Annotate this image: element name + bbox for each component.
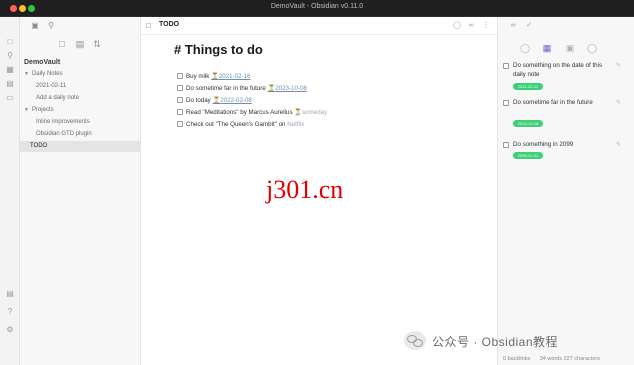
backlinks-count[interactable]: 0 backlinks [503, 356, 530, 362]
left-pane-tabs: ▣ ⚲ [20, 17, 141, 35]
file-obsidian-gtd-plugin[interactable]: Obsidian GTD plugin [36, 129, 92, 140]
command-palette-icon[interactable]: ▭ [5, 93, 15, 103]
chevron-down-icon: ▼ [24, 71, 29, 77]
wechat-logo-icon [404, 331, 426, 350]
task-item: Check out "The Queen's Gambit" on Netfli… [177, 120, 304, 130]
templates-icon[interactable]: ▤ [5, 79, 15, 89]
task-item: Buy milk ⏳2021-02-16 [177, 72, 250, 82]
help-icon[interactable]: ? [5, 307, 15, 317]
watermark-text: j301.cn [266, 175, 344, 204]
reminder-checkbox[interactable] [503, 142, 509, 148]
preview-toggle-icon[interactable]: ◯ [452, 21, 462, 31]
reminder-date-pill[interactable]: 2021-02-11 [513, 83, 543, 90]
calendar-view-icon[interactable]: ▦ [542, 43, 552, 53]
vault-icon[interactable]: ▤ [5, 289, 15, 299]
editor-header: □ TODO ◯ ∞ ⋮ [141, 17, 497, 35]
reminder-checkbox[interactable] [503, 63, 509, 69]
edit-icon[interactable]: ✎ [616, 141, 624, 149]
task-date[interactable]: ⏳2023-10-08 [268, 85, 307, 92]
window-title: DemoVault - Obsidian v0.11.0 [270, 3, 364, 10]
reminder-checkbox[interactable] [503, 100, 509, 106]
reminder-pane: ∞ ✓ ◯ ▦ ▣ ◯ Do something on the date of … [497, 17, 634, 365]
open-quick-switcher-icon[interactable]: □ [5, 37, 15, 47]
reminder-text: Do sometime far in the future [513, 99, 593, 106]
task-item: Read "Meditations" by Marcus Aurelius ⏳s… [177, 108, 327, 118]
file-explorer: ▣ ⚲ □ ▤ ⇅ DemoVault ▼ Daily Notes 2021-02… [20, 17, 141, 365]
reminder-text: Do something in 2099 [513, 141, 574, 148]
window-titlebar: DemoVault - Obsidian v0.11.0 [0, 0, 634, 17]
vault-root[interactable]: DemoVault [24, 57, 60, 68]
new-note-icon[interactable]: □ [57, 39, 67, 49]
task-checkbox[interactable] [177, 121, 183, 127]
task-suffix: ⏳someday [294, 109, 328, 116]
new-folder-icon[interactable]: ▤ [75, 39, 85, 49]
edit-icon[interactable]: ✎ [616, 62, 624, 70]
task-checkbox[interactable] [177, 97, 183, 103]
file-inline-improvements[interactable]: Inline improvements [36, 117, 90, 128]
task-checkbox[interactable] [177, 109, 183, 115]
task-date[interactable]: ⏳2022-02-08 [212, 97, 251, 104]
app-body: □ ⚲ ▦ ▤ ▭ ▤ ? ⚙ ▣ ⚲ □ ▤ ⇅ DemoVault ▼ Dai… [0, 17, 634, 365]
file-todo[interactable]: TODO [20, 141, 141, 152]
more-options-icon[interactable]: ⋮ [481, 21, 491, 31]
chevron-down-icon: ▼ [24, 107, 29, 113]
document-icon: □ [146, 21, 151, 30]
task-date[interactable]: ⏳2021-02-16 [211, 73, 250, 80]
refresh-icon[interactable]: ◯ [587, 43, 597, 53]
link-icon[interactable]: ∞ [466, 21, 476, 31]
reminder-date-pill[interactable]: 2099-01-01 [513, 152, 543, 159]
edit-icon[interactable]: ✎ [616, 99, 624, 107]
calendar-icon[interactable]: ▦ [5, 65, 15, 75]
folder-projects[interactable]: ▼ Projects [24, 105, 54, 116]
link-icon[interactable]: ∞ [508, 21, 518, 31]
task-checkbox[interactable] [177, 85, 183, 91]
wechat-account-label: 公众号 · Obsidian教程 [432, 335, 559, 349]
file-2021-02-11[interactable]: 2021-02-11 [36, 81, 66, 92]
left-ribbon: □ ⚲ ▦ ▤ ▭ ▤ ? ⚙ [0, 17, 20, 365]
graph-view-icon[interactable]: ⚲ [5, 51, 15, 61]
status-bar: 0 backlinks 34 words 227 characters [497, 356, 634, 362]
editor-tab-title[interactable]: TODO [159, 21, 179, 28]
word-count: 34 words 227 characters [539, 356, 600, 362]
document-heading: # Things to do [174, 42, 263, 57]
task-checkbox[interactable] [177, 73, 183, 79]
task-item: Do today ⏳2022-02-08 [177, 96, 252, 106]
task-item: Do sometime far in the future ⏳2023-10-0… [177, 84, 307, 94]
sort-icon[interactable]: ⇅ [92, 39, 102, 49]
file-add-a-daily-note[interactable]: Add a daily note [36, 93, 79, 104]
check-icon[interactable]: ✓ [524, 21, 534, 31]
folder-daily-notes[interactable]: ▼ Daily Notes [24, 69, 63, 80]
settings-icon[interactable]: ⚙ [5, 325, 15, 335]
search-icon[interactable]: ⚲ [46, 21, 56, 31]
date-view-icon[interactable]: ▣ [565, 43, 575, 53]
list-view-icon[interactable]: ◯ [520, 43, 530, 53]
task-suffix: Netflix [287, 121, 305, 128]
reminder-text: Do something on the date of this daily n… [513, 62, 603, 78]
reminder-date-pill[interactable]: 2023-10-08 [513, 120, 543, 127]
folder-icon[interactable]: ▣ [30, 21, 40, 31]
